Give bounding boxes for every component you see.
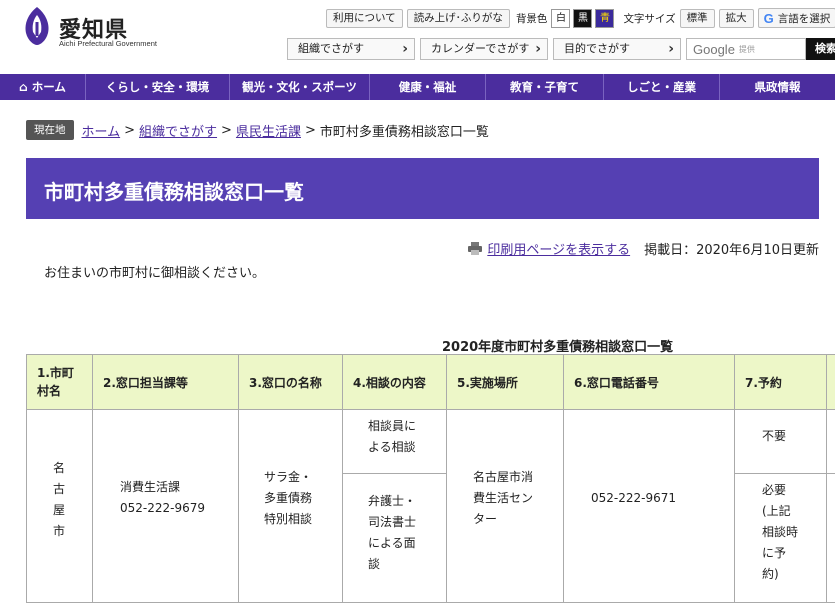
breadcrumb-dept-link[interactable]: 県民生活課 [236,121,301,140]
breadcrumb-separator: > [304,122,316,138]
table-row-dept: 消費生活課 052-222-9679 [93,410,239,603]
language-select-button[interactable]: G 言語を選択 [757,8,835,28]
dept-text: 消費生活課 052-222-9679 [120,480,206,515]
site-logo[interactable]: 愛知県 Aichi Prefectural Government [22,6,182,48]
intro-text: お住まいの市町村に御相談ください。 [44,266,266,281]
updated-date: 掲載日：2020年6月10日更新 [644,242,819,258]
home-icon: ⌂ [19,80,28,94]
global-nav: ⌂ ホーム くらし・安全・環境 観光・文化・スポーツ 健康・福祉 教育・子育て し… [0,74,835,100]
google-logo: Google [693,41,735,57]
table-row-name: サラ金・ 多重債務 特別相談 [239,410,343,603]
search-by-calendar-label: カレンダーでさがす [431,42,530,55]
site-header: 愛知県 Aichi Prefectural Government 利用について … [0,0,835,74]
header-cell-place: 5.実施場所 [447,355,564,410]
search-input[interactable]: Google 提供 [686,38,806,60]
nav-item-education[interactable]: 教育・子育て [486,74,604,100]
logo-subtitle: Aichi Prefectural Government [59,39,157,48]
bg-white-button[interactable]: 白 [551,8,571,28]
breadcrumb-current: 市町村多重債務相談窓口一覧 [319,124,489,140]
city-name: 名 古 屋 市 [53,461,66,538]
search-by-calendar-button[interactable]: カレンダーでさがす › [420,38,548,60]
search-by-org-label: 組織でさがす [298,42,364,55]
google-g-icon: G [763,10,774,26]
chevron-right-icon: › [668,41,674,57]
utility-bar: 利用について 読み上げ･ふりがな 背景色 白 黒 青 文字サイズ 標準 拡大 G… [326,8,835,28]
prefecture-emblem-icon [25,7,49,45]
bg-black-button[interactable]: 黒 [573,8,593,28]
table-row-reserve-a: 不要 [735,410,827,474]
header-cell-content: 4.相談の内容 [343,355,447,410]
page-title: 市町村多重債務相談窓口一覧 [44,180,304,204]
table-caption: 2020年度市町村多重債務相談窓口一覧 [442,340,674,355]
nav-item-health[interactable]: 健康・福祉 [370,74,486,100]
table-row-content-a: 相談員に よる相談 [343,410,447,474]
nav-item-living[interactable]: くらし・安全・環境 [86,74,230,100]
phone-text: 052-222-9671 [591,491,677,505]
reserve-a-text: 不要 [762,429,787,443]
nav-item-label: ホーム [31,80,66,94]
text-enlarge-button[interactable]: 拡大 [718,8,754,28]
printer-icon [468,241,483,255]
read-aloud-button[interactable]: 読み上げ･ふりがな [406,8,510,28]
search-bar: 組織でさがす › カレンダーでさがす › 目的でさがす › Google 提供 … [287,38,835,60]
nav-item-prefecture[interactable]: 県政情報 [720,74,835,100]
search-by-purpose-button[interactable]: 目的でさがす › [553,38,681,60]
table-row-overflow-b [827,474,835,603]
breadcrumb-separator: > [221,122,232,138]
breadcrumb: 現在地 ホーム > 組織でさがす > 県民生活課 > 市町村多重債務相談窓口一覧 [26,119,489,141]
header-cell-overflow [827,355,835,410]
nav-item-tourism[interactable]: 観光・文化・スポーツ [230,74,370,100]
print-and-date: 印刷用ページを表示する 掲載日：2020年6月10日更新 [468,238,819,258]
search-by-org-button[interactable]: 組織でさがす › [287,38,415,60]
nav-item-home[interactable]: ⌂ ホーム [0,74,86,100]
header-cell-reservation: 7.予約 [735,355,827,410]
text-size-label: 文字サイズ [623,12,676,25]
reserve-b-text: 必要 (上記 相談時 に予 約) [762,483,799,581]
about-button[interactable]: 利用について [326,8,403,28]
bg-blue-button[interactable]: 青 [595,8,615,28]
table-row-overflow-a [827,410,835,474]
search-button[interactable]: 検索 [806,38,835,60]
window-name-text: サラ金・ 多重債務 特別相談 [264,470,313,526]
print-page-link[interactable]: 印刷用ページを表示する [487,239,630,258]
header-cell-phone: 6.窓口電話番号 [564,355,735,410]
chevron-right-icon: › [535,41,541,57]
search-by-purpose-label: 目的でさがす [564,42,630,55]
chevron-right-icon: › [402,41,408,57]
text-standard-button[interactable]: 標準 [679,8,715,28]
header-cell-dept: 2.窓口担当課等 [93,355,239,410]
header-cell-name: 3.窓口の名称 [239,355,343,410]
content-b-text: 弁護士・ 司法書士 による面 談 [368,494,417,571]
current-location-badge: 現在地 [26,120,74,140]
language-label: 言語を選択 [777,12,831,25]
header-cell-city: 1.市町 村名 [27,355,93,410]
nav-item-work[interactable]: しごと・産業 [604,74,720,100]
bg-color-label: 背景色 [515,12,548,25]
table-row-place: 名古屋市消 費生活セン ター [447,410,564,603]
table-row-reserve-b: 必要 (上記 相談時 に予 約) [735,474,827,603]
content-a-text: 相談員に よる相談 [368,419,417,454]
breadcrumb-org-link[interactable]: 組織でさがす [139,121,217,140]
table-row-city: 名 古 屋 市 [27,410,93,603]
place-text: 名古屋市消 費生活セン ター [473,470,534,526]
google-provided-label: 提供 [738,44,755,54]
breadcrumb-home-link[interactable]: ホーム [82,121,121,140]
table-row-phone: 052-222-9671 [564,410,735,603]
breadcrumb-separator: > [124,122,136,138]
page-title-bar: 市町村多重債務相談窓口一覧 [26,158,819,219]
table-row-content-b: 弁護士・ 司法書士 による面 談 [343,474,447,603]
